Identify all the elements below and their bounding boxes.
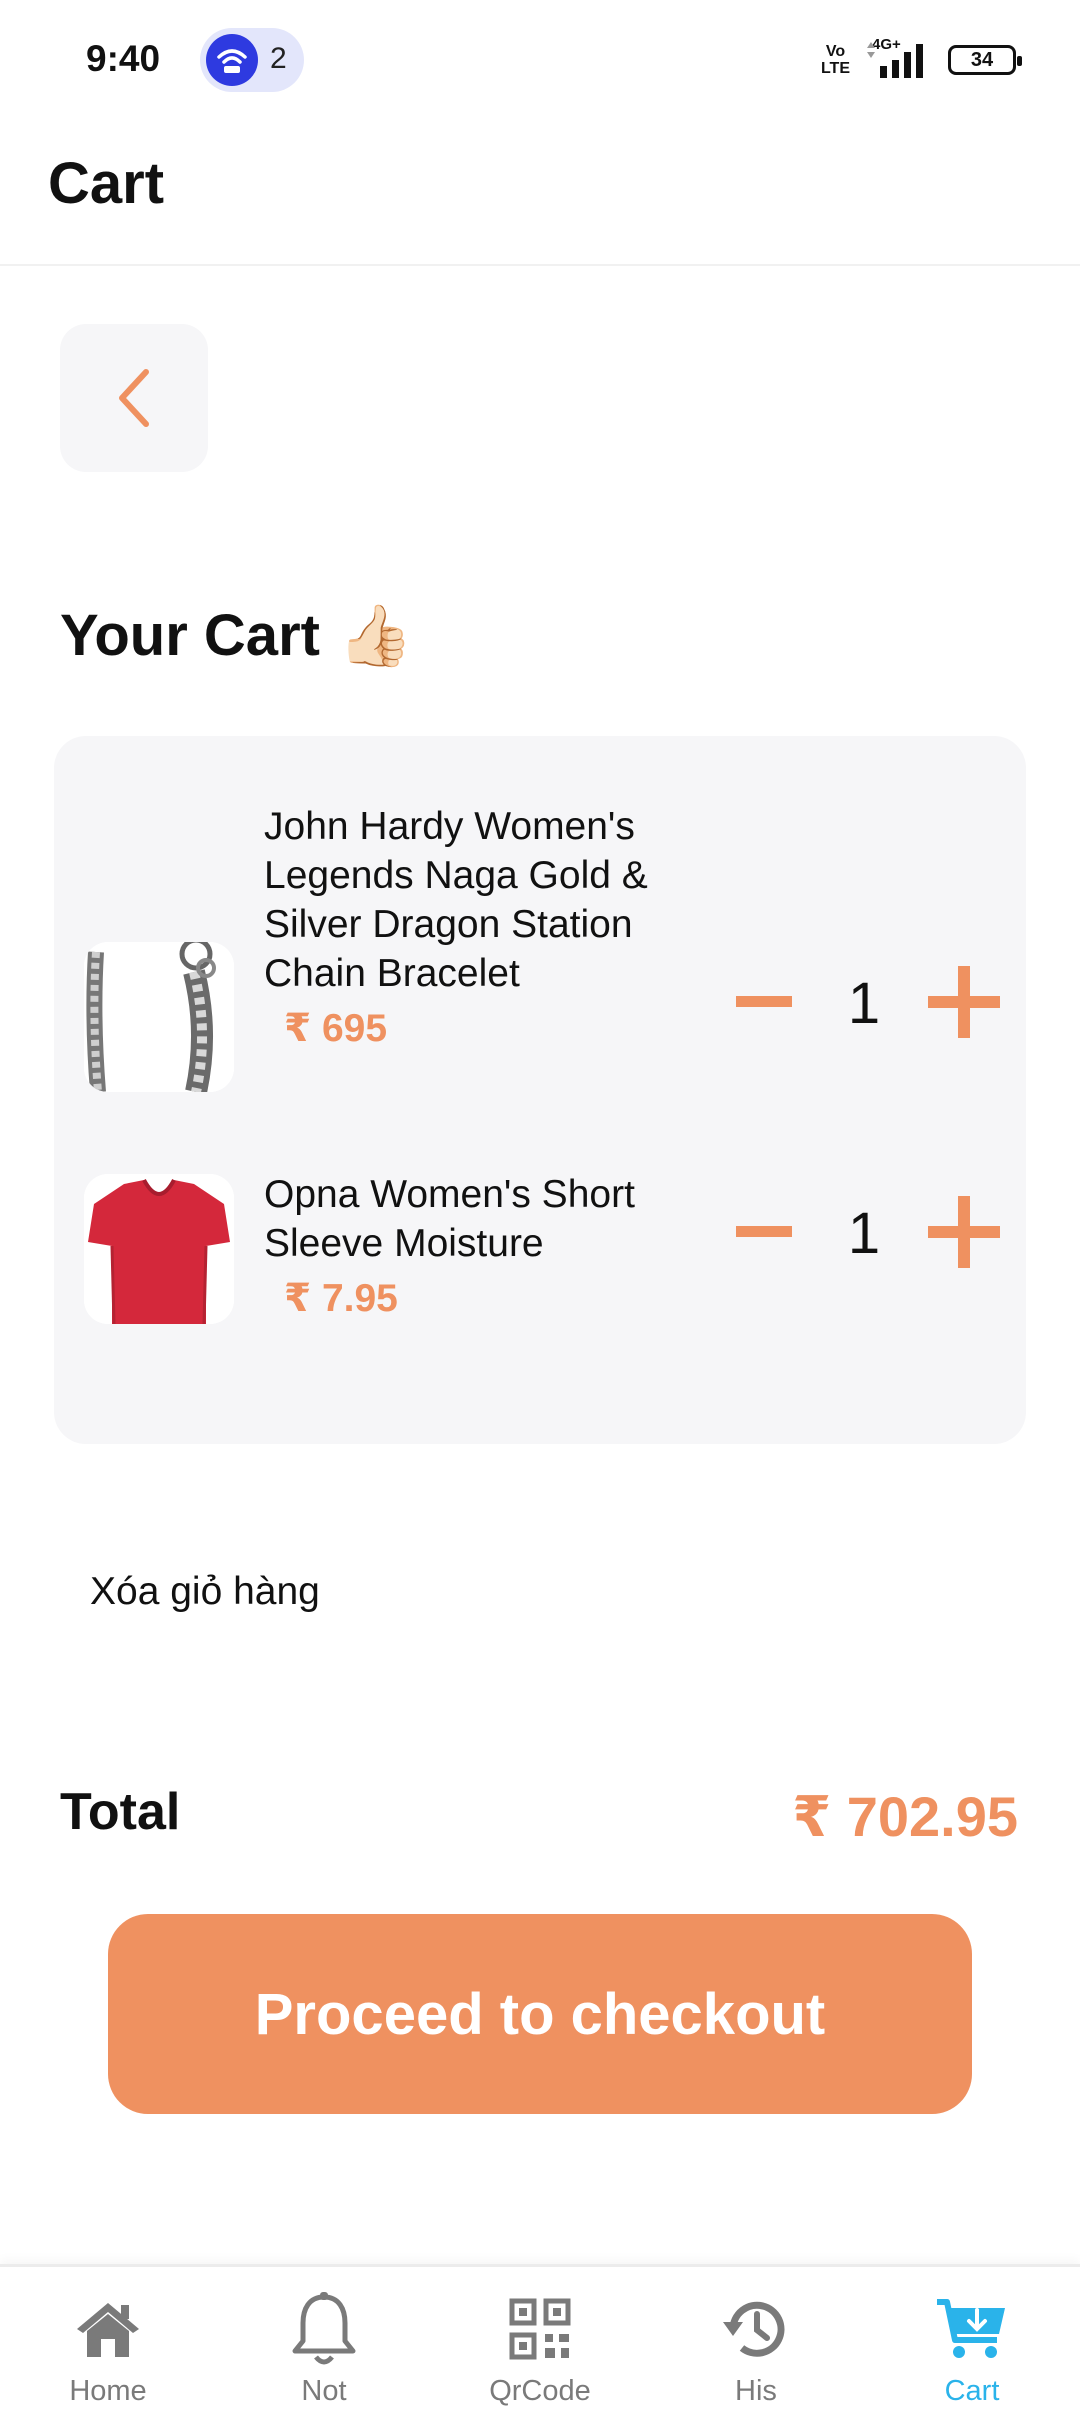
- nav-item-home[interactable]: Home: [0, 2267, 216, 2412]
- quantity-stepper: 1: [714, 1182, 1014, 1282]
- bell-icon: [284, 2289, 364, 2369]
- app-header: Cart: [0, 124, 1080, 266]
- home-icon: [68, 2289, 148, 2369]
- product-image-tshirt[interactable]: [84, 1174, 234, 1324]
- checkout-button[interactable]: Proceed to checkout: [108, 1914, 972, 2114]
- nav-label-home: Home: [69, 2375, 147, 2407]
- total-value: ₹ 702.95: [792, 1785, 1018, 1848]
- plus-icon: [928, 1196, 1000, 1268]
- minus-icon: [736, 1226, 792, 1237]
- cart-panel: John Hardy Women's Legends Naga Gold & S…: [54, 736, 1026, 1444]
- bottom-navigation: Home Not QrCode His Cart: [0, 2264, 1080, 2412]
- chevron-left-icon: [119, 369, 149, 427]
- total-label: Total: [60, 1783, 181, 1841]
- hotspot-indicator[interactable]: 2: [200, 28, 304, 92]
- nav-label-history: His: [735, 2375, 777, 2407]
- battery-icon: 34: [948, 45, 1022, 75]
- cart-item-price: ₹ 7.95: [284, 1277, 398, 1320]
- hotspot-icon: [206, 34, 258, 86]
- nav-item-qrcode[interactable]: QrCode: [432, 2267, 648, 2412]
- signal-icon: 4G+: [864, 36, 934, 84]
- cart-heading: Your Cart: [60, 603, 320, 668]
- quantity-value: 1: [847, 971, 881, 1036]
- quantity-stepper: 1: [714, 952, 1014, 1052]
- cart-icon: [932, 2289, 1012, 2369]
- cart-item: John Hardy Women's Legends Naga Gold & S…: [54, 802, 1026, 1102]
- plus-icon: [928, 966, 1000, 1038]
- increase-quantity-button[interactable]: [914, 1182, 1014, 1282]
- history-icon: [716, 2289, 796, 2369]
- nav-item-history[interactable]: His: [648, 2267, 864, 2412]
- thumbs-up-emoji: 👍🏻: [337, 602, 413, 669]
- hotspot-count: 2: [270, 42, 287, 75]
- nav-label-notifications: Not: [301, 2375, 347, 2407]
- clear-cart-button[interactable]: Xóa giỏ hàng: [90, 1570, 320, 1614]
- nav-item-notifications[interactable]: Not: [216, 2267, 432, 2412]
- nav-item-cart[interactable]: Cart: [864, 2267, 1080, 2412]
- product-image-bracelet[interactable]: [84, 942, 234, 1092]
- nav-label-qrcode: QrCode: [489, 2375, 591, 2407]
- cart-item-name: Opna Women's Short Sleeve Moisture: [264, 1173, 635, 1265]
- status-time: 9:40: [86, 38, 161, 79]
- qrcode-icon: [500, 2289, 580, 2369]
- quantity-value: 1: [847, 1201, 881, 1266]
- status-bar: 9:40 2 Vo LTE 4G+ 34: [0, 0, 1080, 124]
- increase-quantity-button[interactable]: [914, 952, 1014, 1052]
- cart-item-info: John Hardy Women's Legends Naga Gold & S…: [264, 802, 684, 1051]
- volte-icon: Vo LTE: [820, 43, 850, 77]
- cart-item-name: John Hardy Women's Legends Naga Gold & S…: [264, 805, 648, 995]
- nav-label-cart: Cart: [944, 2375, 1000, 2407]
- decrease-quantity-button[interactable]: [714, 952, 814, 1052]
- cart-item: Opna Women's Short Sleeve Moisture ₹ 7.9…: [54, 1170, 1026, 1370]
- minus-icon: [736, 996, 792, 1007]
- system-icons: Vo LTE 4G+ 34: [820, 36, 1022, 84]
- cart-item-info: Opna Women's Short Sleeve Moisture ₹ 7.9…: [264, 1170, 684, 1321]
- back-button[interactable]: [60, 324, 208, 472]
- decrease-quantity-button[interactable]: [714, 1182, 814, 1282]
- page-title: Cart: [48, 151, 165, 216]
- cart-item-price: ₹ 695: [284, 1007, 388, 1050]
- cart-section-title: Your Cart 👍🏻: [60, 600, 413, 671]
